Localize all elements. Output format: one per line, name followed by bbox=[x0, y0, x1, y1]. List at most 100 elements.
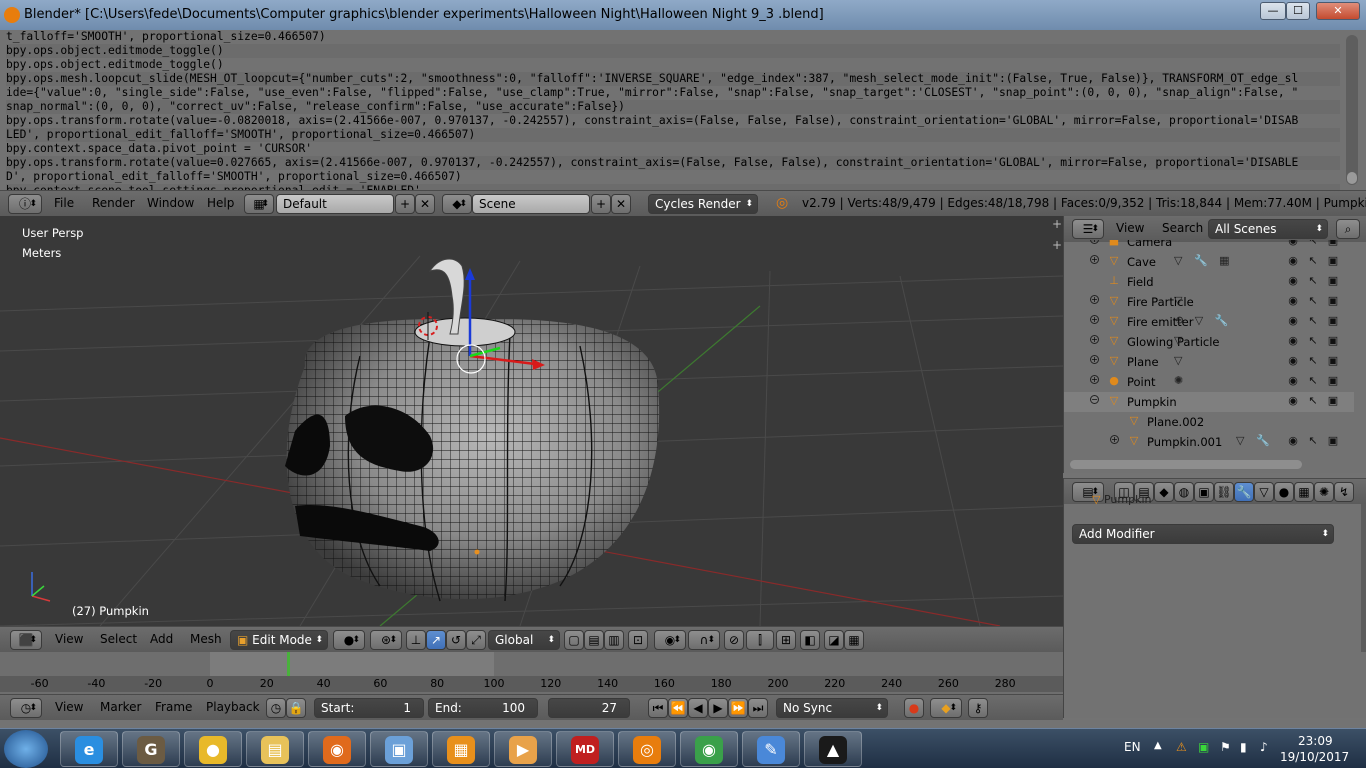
menu-select[interactable]: Select bbox=[100, 632, 137, 646]
visibility-eye-icon[interactable]: ◉ bbox=[1286, 394, 1300, 407]
selectable-cursor-icon[interactable]: ↖ bbox=[1306, 354, 1320, 367]
minimize-button[interactable]: — bbox=[1260, 2, 1286, 20]
lock-range-icon[interactable]: 🔒 bbox=[286, 698, 306, 718]
particles-tab-icon[interactable]: ✺ bbox=[1314, 482, 1334, 502]
visibility-eye-icon[interactable]: ◉ bbox=[1286, 314, 1300, 327]
visibility-eye-icon[interactable]: ◉ bbox=[1286, 434, 1300, 447]
expand-toggle-icon[interactable]: + bbox=[1110, 435, 1119, 444]
taskbar-app-button[interactable]: MD bbox=[556, 731, 614, 767]
network-icon[interactable]: ▮ bbox=[1240, 740, 1247, 754]
keying-insert-icon[interactable]: ⚷ bbox=[968, 698, 988, 718]
opengl-render-icon[interactable]: ◧ bbox=[800, 630, 820, 650]
taskbar-app-button[interactable]: ▤ bbox=[246, 731, 304, 767]
scene-tab-icon[interactable]: ◆ bbox=[1154, 482, 1174, 502]
visibility-eye-icon[interactable]: ◉ bbox=[1286, 240, 1300, 247]
visibility-eye-icon[interactable]: ◉ bbox=[1286, 374, 1300, 387]
renderable-camera-icon[interactable]: ▣ bbox=[1326, 374, 1340, 387]
editor-type-outliner-icon[interactable]: ☰ ⬍ bbox=[1072, 219, 1104, 239]
snap-icon[interactable]: ⊘ bbox=[724, 630, 744, 650]
renderable-camera-icon[interactable]: ▣ bbox=[1326, 434, 1340, 447]
current-frame-field[interactable]: 27 bbox=[548, 698, 630, 718]
visibility-eye-icon[interactable]: ◉ bbox=[1286, 294, 1300, 307]
info-scrollbar[interactable] bbox=[1346, 35, 1358, 185]
editor-type-timeline-icon[interactable]: ◷ ⬍ bbox=[10, 698, 42, 718]
selectable-cursor-icon[interactable]: ↖ bbox=[1306, 274, 1320, 287]
taskbar-app-button[interactable]: ▲ bbox=[804, 731, 862, 767]
toolshelf-toggle-icon[interactable]: + bbox=[1052, 217, 1062, 231]
render-animation-icon[interactable]: ▦ bbox=[844, 630, 864, 650]
maximize-button[interactable]: ☐ bbox=[1286, 2, 1310, 20]
face-select-icon[interactable]: ▥ bbox=[604, 630, 624, 650]
add-scene-icon[interactable]: + bbox=[591, 194, 611, 214]
menu-window[interactable]: Window bbox=[147, 196, 194, 210]
add-modifier-button[interactable]: Add Modifier ⬍ bbox=[1072, 524, 1334, 544]
visibility-eye-icon[interactable]: ◉ bbox=[1286, 254, 1300, 267]
menu-add[interactable]: Add bbox=[150, 632, 173, 646]
taskbar-app-button[interactable]: e bbox=[60, 731, 118, 767]
outliner-row[interactable]: ⊥ Field ◉ ↖ ▣ bbox=[1064, 272, 1354, 292]
renderable-camera-icon[interactable]: ▣ bbox=[1326, 394, 1340, 407]
editor-type-info-icon[interactable]: ⓘ ⬍ bbox=[8, 194, 42, 214]
sync-mode-select[interactable]: No Sync ⬍ bbox=[776, 698, 888, 718]
rotate-manipulator-icon[interactable]: ↺ bbox=[446, 630, 466, 650]
snap-target-icon[interactable]: ⊞ bbox=[776, 630, 796, 650]
outliner-row[interactable]: + ■ Camera ◉ ↖ ▣ bbox=[1064, 240, 1354, 252]
outliner-row[interactable]: + ● Point ✺ ◉ ↖ ▣ bbox=[1064, 372, 1354, 392]
modifiers-tab-icon[interactable]: 🔧 bbox=[1234, 482, 1254, 502]
properties-toggle-icon[interactable]: + bbox=[1052, 238, 1062, 252]
taskbar-app-button[interactable]: ◉ bbox=[308, 731, 366, 767]
data-tab-icon[interactable]: ▽ bbox=[1254, 482, 1274, 502]
selectable-cursor-icon[interactable]: ↖ bbox=[1306, 254, 1320, 267]
taskbar-app-button[interactable]: ▶ bbox=[494, 731, 552, 767]
taskbar-app-button[interactable]: ▣ bbox=[370, 731, 428, 767]
outliner-row[interactable]: + ▽ Glowing Particle ▽ ◉ ↖ ▣ bbox=[1064, 332, 1354, 352]
scroll-thumb[interactable] bbox=[1347, 172, 1357, 184]
edge-select-icon[interactable]: ▤ bbox=[584, 630, 604, 650]
play-reverse-icon[interactable]: ◀ bbox=[688, 698, 708, 718]
3d-viewport[interactable]: + + User Persp Meters (27) Pumpkin bbox=[0, 216, 1063, 626]
expand-toggle-icon[interactable]: + bbox=[1090, 315, 1099, 324]
prev-keyframe-icon[interactable]: ⏪ bbox=[668, 698, 688, 718]
taskbar-app-button[interactable]: ▦ bbox=[432, 731, 490, 767]
constraints-tab-icon[interactable]: ⛓ bbox=[1214, 482, 1234, 502]
visibility-eye-icon[interactable]: ◉ bbox=[1286, 354, 1300, 367]
visibility-eye-icon[interactable]: ◉ bbox=[1286, 274, 1300, 287]
orientation-select[interactable]: Global ⬍ bbox=[488, 630, 560, 650]
taskbar-app-button[interactable]: ◉ bbox=[680, 731, 738, 767]
play-icon[interactable]: ▶ bbox=[708, 698, 728, 718]
render-still-icon[interactable]: ◪ bbox=[824, 630, 844, 650]
selectable-cursor-icon[interactable]: ↖ bbox=[1306, 434, 1320, 447]
proportional-edit-icon[interactable]: ◉ ⬍ bbox=[654, 630, 686, 650]
clock-date[interactable]: 19/10/2017 bbox=[1280, 750, 1349, 764]
expand-toggle-icon[interactable]: − bbox=[1090, 395, 1099, 404]
jump-start-icon[interactable]: ⏮ bbox=[648, 698, 668, 718]
keying-set-icon[interactable]: ◆ ⬍ bbox=[930, 698, 962, 718]
add-layout-icon[interactable]: + bbox=[395, 194, 415, 214]
outliner-row[interactable]: + ▽ Plane ▽ ◉ ↖ ▣ bbox=[1064, 352, 1354, 372]
next-keyframe-icon[interactable]: ⏩ bbox=[728, 698, 748, 718]
start-frame-field[interactable]: Start: 1 bbox=[314, 698, 424, 718]
physics-tab-icon[interactable]: ↯ bbox=[1334, 482, 1354, 502]
expand-toggle-icon[interactable]: + bbox=[1090, 240, 1099, 244]
world-tab-icon[interactable]: ◍ bbox=[1174, 482, 1194, 502]
selectable-cursor-icon[interactable]: ↖ bbox=[1306, 314, 1320, 327]
timeline-ruler[interactable]: -60 -40 -20 0 20 40 60 80 100 120 140 160 180 200 220 2… bbox=[0, 676, 1063, 692]
mode-select[interactable]: ▣ Edit Mode ⬍ bbox=[230, 630, 328, 650]
scale-manipulator-icon[interactable]: ⤢ bbox=[466, 630, 486, 650]
remove-layout-icon[interactable]: ✕ bbox=[415, 194, 435, 214]
layout-select[interactable]: Default bbox=[276, 194, 394, 214]
menu-view[interactable]: View bbox=[55, 632, 83, 646]
texture-tab-icon[interactable]: ▦ bbox=[1294, 482, 1314, 502]
use-preview-range-icon[interactable]: ◷ bbox=[266, 698, 286, 718]
taskbar-app-button[interactable]: ✎ bbox=[742, 731, 800, 767]
shading-mode-icon[interactable]: ● ⬍ bbox=[333, 630, 365, 650]
outliner-menu-view[interactable]: View bbox=[1116, 221, 1144, 235]
outliner-row[interactable]: + ▽ Fire emitter ⟲ ▽ 🔧 ◉ ↖ ▣ bbox=[1064, 312, 1354, 332]
timeline-menu-playback[interactable]: Playback bbox=[206, 700, 260, 714]
snap-element-icon[interactable]: ⫿ bbox=[746, 630, 774, 650]
translate-manipulator-icon[interactable]: ↗ bbox=[426, 630, 446, 650]
language-indicator[interactable]: EN bbox=[1124, 740, 1141, 754]
flag-icon[interactable]: ⚑ bbox=[1220, 740, 1231, 754]
screen-layout-icon[interactable]: ▦ ⬍ bbox=[244, 194, 274, 214]
renderable-camera-icon[interactable]: ▣ bbox=[1326, 294, 1340, 307]
